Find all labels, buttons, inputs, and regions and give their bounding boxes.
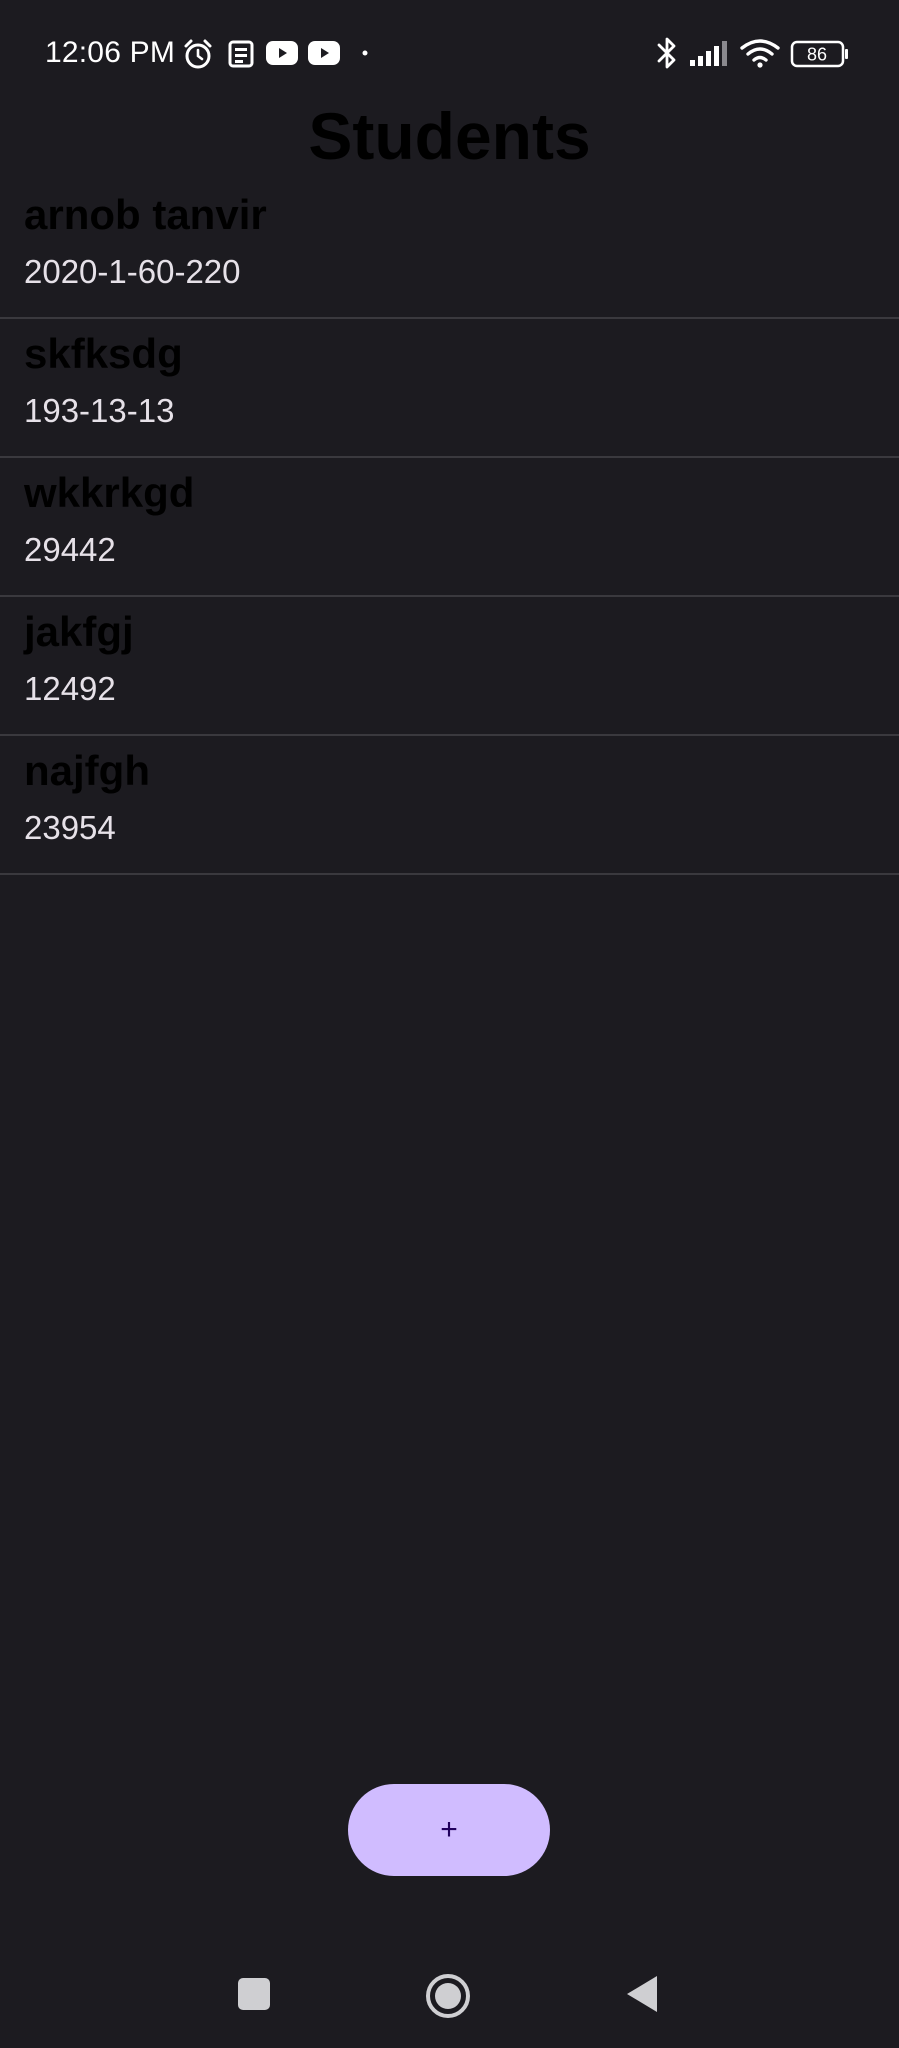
student-name: arnob tanvir	[24, 191, 267, 238]
back-button[interactable]	[624, 1974, 660, 2014]
student-id: 23954	[24, 809, 116, 846]
student-id: 29442	[24, 531, 116, 568]
youtube-icon	[308, 41, 340, 65]
wifi-icon	[740, 39, 780, 68]
youtube-icon	[266, 41, 298, 65]
student-id: 12492	[24, 670, 116, 707]
student-name: wkkrkgd	[24, 469, 195, 516]
list-item[interactable]: arnob tanvir 2020-1-60-220	[0, 180, 899, 319]
battery-level: 86	[807, 45, 827, 65]
home-button[interactable]	[424, 1972, 472, 2020]
recents-button[interactable]	[236, 1976, 272, 2012]
student-id: 193-13-13	[24, 392, 175, 429]
list-item[interactable]: jakfgj 12492	[0, 597, 899, 736]
page-title: Students	[308, 99, 591, 173]
student-name: najfgh	[24, 747, 150, 794]
student-name: skfksdg	[24, 330, 183, 377]
student-name: jakfgj	[24, 608, 134, 655]
bluetooth-icon	[657, 37, 676, 69]
navigation-bar	[0, 1940, 899, 2048]
list-item[interactable]: wkkrkgd 29442	[0, 458, 899, 597]
add-student-button[interactable]: +	[348, 1784, 550, 1876]
list-item[interactable]: najfgh 23954	[0, 736, 899, 875]
status-bar: 12:06 PM 86	[0, 0, 899, 108]
battery-icon: 86	[790, 40, 848, 68]
add-icon: +	[440, 1813, 458, 1846]
student-id: 2020-1-60-220	[24, 253, 241, 290]
news-icon	[228, 40, 254, 68]
student-list: arnob tanvir 2020-1-60-220 skfksdg 193-1…	[0, 180, 899, 875]
signal-icon	[690, 41, 727, 66]
list-item[interactable]: skfksdg 193-13-13	[0, 319, 899, 458]
dot-icon	[362, 50, 368, 56]
status-time: 12:06 PM	[45, 36, 176, 69]
alarm-icon	[184, 39, 212, 69]
